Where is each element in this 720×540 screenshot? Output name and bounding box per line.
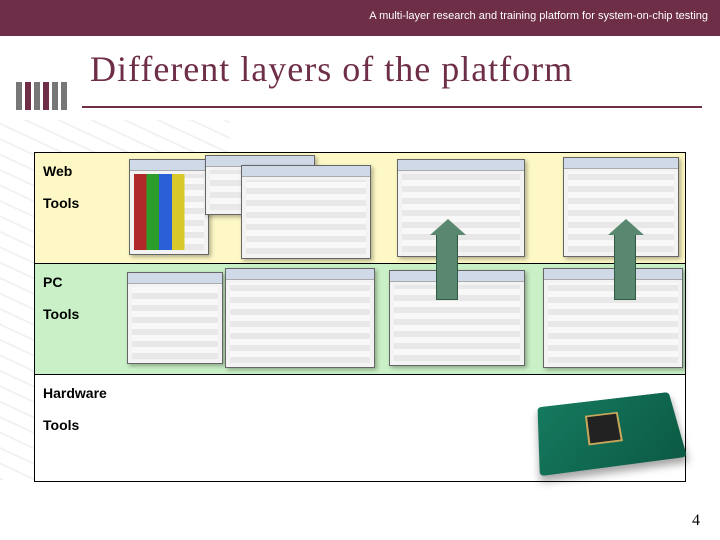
header-bar: A multi-layer research and training plat… xyxy=(0,0,720,36)
screenshot-icon xyxy=(127,272,223,364)
screenshot-icon xyxy=(543,268,683,368)
screenshot-icon xyxy=(241,165,371,259)
up-arrow-icon xyxy=(436,234,458,300)
layer-name: PC xyxy=(43,274,135,290)
slide: A multi-layer research and training plat… xyxy=(0,0,720,540)
layer-sub: Tools xyxy=(43,195,135,211)
up-arrow-icon xyxy=(614,234,636,300)
screenshot-icon xyxy=(225,268,375,368)
layer-name: Hardware xyxy=(43,385,135,401)
layer-row-hardware: Hardware Tools xyxy=(34,374,686,482)
web-thumbnails xyxy=(135,153,685,263)
title-underline xyxy=(82,106,702,108)
hw-thumbnails xyxy=(135,375,685,481)
screenshot-icon xyxy=(129,159,209,255)
page-number: 4 xyxy=(692,512,700,530)
layer-row-pc: PC Tools xyxy=(34,263,686,375)
layer-row-web: Web Tools xyxy=(34,152,686,264)
layer-sub: Tools xyxy=(43,306,135,322)
logo-icon xyxy=(16,82,72,110)
hardware-board-icon xyxy=(539,393,679,473)
layers-table: Web Tools PC Tools xyxy=(34,152,686,482)
pc-thumbnails xyxy=(135,264,685,374)
layer-name: Web xyxy=(43,163,135,179)
layer-label-hardware: Hardware Tools xyxy=(35,375,135,481)
screenshot-icon xyxy=(397,159,525,257)
layer-label-web: Web Tools xyxy=(35,153,135,263)
page-title: Different layers of the platform xyxy=(90,48,573,90)
layer-sub: Tools xyxy=(43,417,135,433)
header-subtitle: A multi-layer research and training plat… xyxy=(369,10,708,22)
layer-label-pc: PC Tools xyxy=(35,264,135,374)
